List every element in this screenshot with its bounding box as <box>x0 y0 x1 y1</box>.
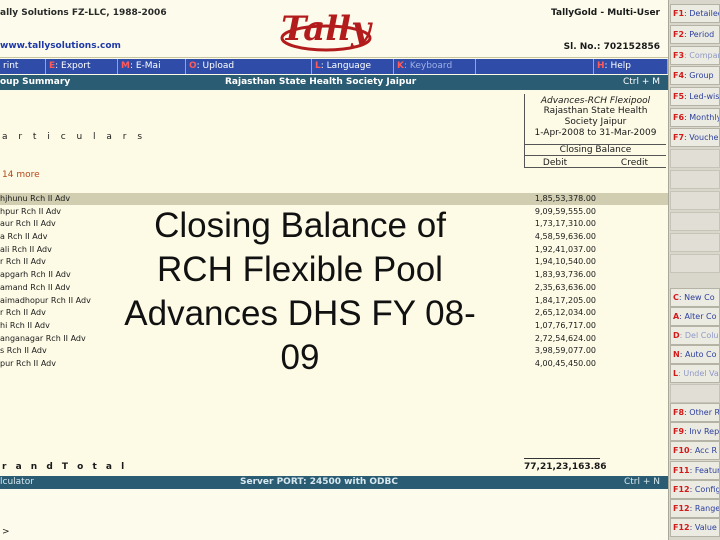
website-link[interactable]: www.tallysolutions.com <box>0 41 121 51</box>
function-key-button[interactable]: A: Alter Co <box>670 307 720 326</box>
credit-label: Credit <box>620 158 648 168</box>
more-indicator[interactable]: 14 more <box>2 170 40 180</box>
ledger-name: apgarh Rch II Adv <box>0 270 71 280</box>
language-button[interactable]: L: Language <box>312 59 394 74</box>
toolbar: rint E: Export M: E-Mai O: Upload L: Lan… <box>0 59 668 74</box>
ledger-debit-amount: 1,07,76,717.00 <box>534 320 596 330</box>
function-key-button[interactable]: F3: Compan <box>670 46 720 65</box>
function-key-button[interactable]: F9: Inv Rep <box>670 422 720 441</box>
export-button[interactable]: E: Export <box>46 59 118 74</box>
upload-button[interactable]: O: Upload <box>186 59 312 74</box>
logo-text: Tally <box>281 9 373 49</box>
ledger-debit-amount: 2,65,12,034.00 <box>534 308 596 318</box>
report-body: a r t i c u l a r s Advances-RCH Flexipo… <box>0 90 668 475</box>
calculator-shortcut[interactable]: Ctrl + N <box>624 477 660 487</box>
ledger-name: hpur Rch II Adv <box>0 206 62 216</box>
ledger-name: ali Rch II Adv <box>0 244 52 254</box>
toolbar-blank <box>476 59 594 74</box>
ledger-name: r Rch II Adv <box>0 257 46 267</box>
column-period: 1-Apr-2008 to 31-Mar-2009 <box>534 128 657 138</box>
function-key-button[interactable]: C: New Co <box>670 288 720 307</box>
column-title: Advances-RCH Flexipool <box>540 96 651 106</box>
calculator-input-area[interactable]: > <box>0 489 668 540</box>
ledger-debit-amount: 9,09,59,555.00 <box>534 206 596 216</box>
ledger-debit-amount: 3,98,59,077.00 <box>534 346 596 356</box>
closing-balance-label: Closing Balance <box>525 144 666 156</box>
ledger-name: hi Rch II Adv <box>0 320 50 330</box>
slide-overlay-caption: Closing Balance of RCH Flexible Pool Adv… <box>124 206 476 377</box>
ledger-debit-amount: 4,00,45,450.00 <box>534 358 596 368</box>
calculator-label: lculator <box>0 477 34 487</box>
ledger-name: amand Rch II Adv <box>0 282 71 292</box>
debit-label: Debit <box>542 158 568 168</box>
function-key-button[interactable]: N: Auto Co <box>670 345 720 364</box>
column-heading: Advances-RCH Flexipool Rajasthan State H… <box>524 94 666 168</box>
function-key-blank <box>670 170 720 189</box>
function-key-button[interactable]: F7: Voucher <box>670 128 720 147</box>
function-key-button[interactable]: F2: Period <box>670 25 720 44</box>
ledger-debit-amount: 1,94,10,540.00 <box>534 257 596 267</box>
particulars-heading: a r t i c u l a r s <box>2 132 147 142</box>
email-button[interactable]: M: E-Mai <box>118 59 186 74</box>
function-key-button[interactable]: F4: Group <box>670 66 720 85</box>
function-key-button[interactable]: F11: Featur <box>670 461 720 480</box>
company-copyright: ally Solutions FZ-LLC, 1988-2006 <box>0 8 167 18</box>
app-header: ally Solutions FZ-LLC, 1988-2006 www.tal… <box>0 0 668 58</box>
ledger-name: a Rch II Adv <box>0 232 48 242</box>
product-name: TallyGold - Multi-User <box>551 8 660 18</box>
report-title-bar: oup Summary Rajasthan State Health Socie… <box>0 75 668 90</box>
calculator-bar: lculator Server PORT: 24500 with ODBC Ct… <box>0 476 668 489</box>
help-button[interactable]: H: Help <box>594 59 668 74</box>
ledger-debit-amount: 1,85,53,378.00 <box>534 194 596 203</box>
function-key-blank <box>670 384 720 403</box>
calculator-prompt: > <box>2 527 10 537</box>
report-name: oup Summary <box>0 77 71 87</box>
ledger-name: pur Rch II Adv <box>0 358 56 368</box>
ledger-debit-amount: 2,35,63,636.00 <box>534 282 596 292</box>
serial-number: Sl. No.: 702152856 <box>563 42 660 52</box>
function-key-blank <box>670 233 720 252</box>
print-button[interactable]: rint <box>0 59 46 74</box>
close-shortcut[interactable]: Ctrl + M <box>623 77 660 87</box>
function-key-button[interactable]: F1: Detailed <box>670 4 720 23</box>
function-key-button[interactable]: L: Undel Va <box>670 364 720 383</box>
function-key-button[interactable]: F12: Value <box>670 518 720 537</box>
ledger-debit-amount: 1,92,41,037.00 <box>534 244 596 254</box>
function-key-button[interactable]: D: Del Colu <box>670 326 720 345</box>
function-key-blank <box>670 149 720 168</box>
grand-total-label: r a n d T o t a l <box>2 462 128 472</box>
tally-logo: Tally <box>280 9 373 52</box>
function-key-button[interactable]: F12: Range <box>670 499 720 518</box>
function-key-button[interactable]: F5: Led-wise <box>670 87 720 106</box>
company-name: Rajasthan State Health Society Jaipur <box>225 77 417 87</box>
ledger-name: aimadhopur Rch II Adv <box>0 295 91 305</box>
keyboard-button[interactable]: K: Keyboard <box>394 59 476 74</box>
ledger-name: s Rch II Adv <box>0 346 47 356</box>
function-key-blank <box>670 254 720 273</box>
column-company-line2: Society Jaipur <box>564 117 627 127</box>
ledger-debit-amount: 2,72,54,624.00 <box>534 333 596 343</box>
ledger-debit-amount: 1,73,17,310.00 <box>534 219 596 229</box>
function-key-blank <box>670 191 720 210</box>
ledger-name: anganagar Rch II Adv <box>0 333 86 343</box>
ledger-debit-amount: 4,58,59,636.00 <box>534 232 596 242</box>
ledger-debit-amount: 1,84,17,205.00 <box>534 295 596 305</box>
function-key-panel: F1: Detailed F2: Period F3: Compan F4: Grou… <box>668 0 720 540</box>
function-key-button[interactable]: F8: Other R <box>670 403 720 422</box>
column-company-line1: Rajasthan State Health <box>543 106 648 116</box>
function-key-button[interactable]: F12: Config <box>670 480 720 499</box>
ledger-name: r Rch II Adv <box>0 308 46 318</box>
grand-total-amount: 77,21,23,163.86 <box>524 462 607 472</box>
ledger-name: aur Rch II Adv <box>0 219 56 229</box>
total-rule <box>524 458 600 459</box>
function-key-button[interactable]: F6: Monthly <box>670 108 720 127</box>
ledger-debit-amount: 1,83,93,736.00 <box>534 270 596 280</box>
function-key-button[interactable]: F10: Acc R <box>670 441 720 460</box>
server-port-status: Server PORT: 24500 with ODBC <box>240 477 398 487</box>
function-key-blank <box>670 212 720 231</box>
ledger-name: hjhunu Rch II Adv <box>0 194 71 203</box>
